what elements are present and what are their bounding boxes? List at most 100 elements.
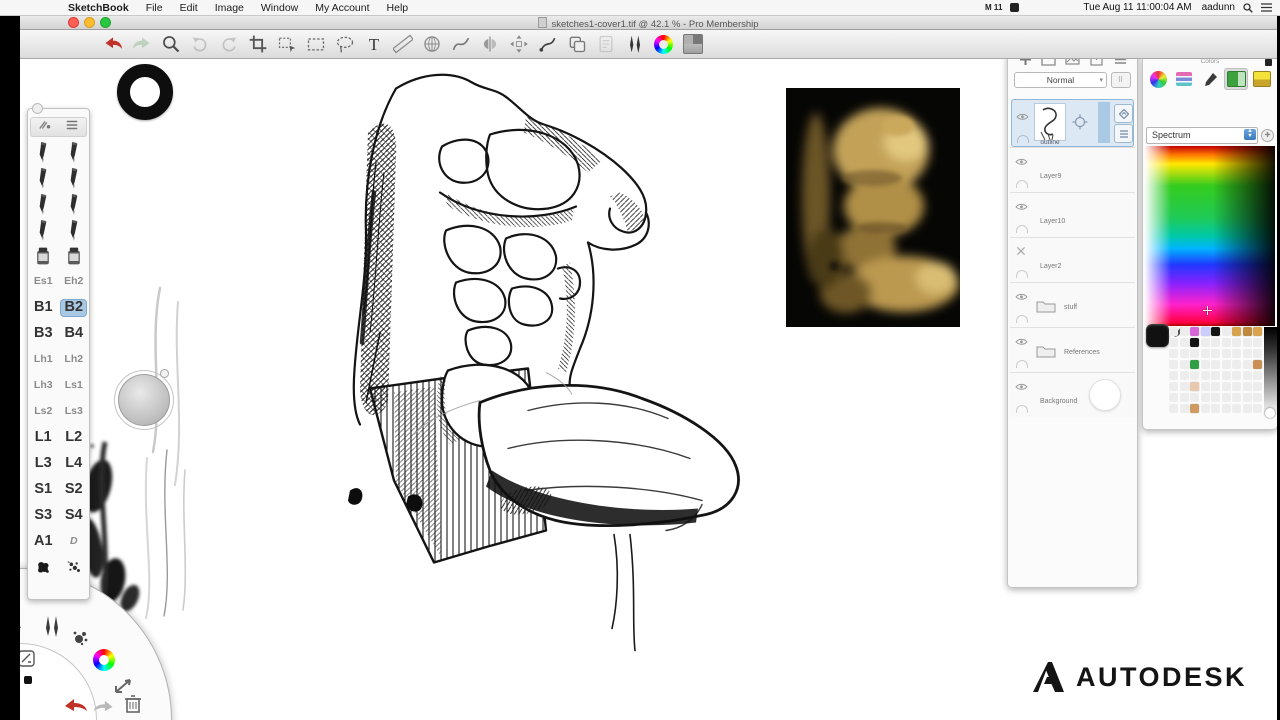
menu-item-file[interactable]: File <box>146 2 163 14</box>
dot-splat-icon[interactable] <box>59 555 90 579</box>
swatch-d966d9[interactable] <box>1190 327 1199 336</box>
collapse-icon[interactable] <box>1265 59 1272 66</box>
swatch-cell[interactable] <box>1232 404 1241 413</box>
pencil-brush[interactable] <box>28 217 59 243</box>
steady-stroke-tool-button[interactable] <box>417 31 446 57</box>
swatch-cell[interactable] <box>1232 338 1241 347</box>
layer-visibility-icon[interactable] <box>1015 378 1028 387</box>
layer-thumbnail[interactable] <box>1034 103 1066 141</box>
swatch-141414[interactable] <box>1211 327 1220 336</box>
swatch-cell[interactable] <box>1180 404 1189 413</box>
window-title-bar[interactable]: sketches1-cover1.tif @ 42.1 % - Pro Memb… <box>20 15 1277 30</box>
copic-icon[interactable] <box>1250 68 1274 90</box>
layer-row-layer9[interactable]: Layer9 <box>1010 147 1135 192</box>
pencil-brush[interactable] <box>59 191 90 217</box>
ruler-tool-button[interactable] <box>388 31 417 57</box>
brush-b4[interactable]: B4 <box>59 321 90 347</box>
swatch-cell[interactable] <box>1190 393 1199 402</box>
pencil-brush[interactable] <box>28 165 59 191</box>
swatch-cell[interactable] <box>1190 371 1199 380</box>
brushes-icon[interactable] <box>42 615 62 637</box>
layer-visibility-icon[interactable] <box>1015 198 1028 207</box>
messages-badge-11[interactable]: M 11 <box>985 2 1002 13</box>
swatch-cell[interactable] <box>1169 393 1178 402</box>
menu-item-window[interactable]: Window <box>261 2 298 14</box>
stroke-tool-button[interactable] <box>533 31 562 57</box>
pencil-brush[interactable] <box>59 217 90 243</box>
swatch-cell[interactable] <box>1169 327 1178 336</box>
background-color-circle[interactable] <box>1089 379 1121 411</box>
swatch-cell[interactable] <box>1180 360 1189 369</box>
search-icon[interactable] <box>1243 2 1253 13</box>
swatch-2f9e44[interactable] <box>1190 360 1199 369</box>
swatch-cell[interactable] <box>1222 393 1231 402</box>
current-color-dot[interactable] <box>24 676 32 684</box>
transform-tool-button[interactable] <box>504 31 533 57</box>
swatch-cell[interactable] <box>1232 393 1241 402</box>
swatch-cell[interactable] <box>1222 371 1231 380</box>
crop-tool-button[interactable] <box>243 31 272 57</box>
transform-icon[interactable] <box>114 676 134 694</box>
zoom-tool-button[interactable] <box>156 31 185 57</box>
spectrum-cursor[interactable] <box>1203 306 1212 315</box>
rotate-ccw-tool-button[interactable] <box>185 31 214 57</box>
grayscale-ramp[interactable] <box>1264 327 1277 419</box>
layer-row-references[interactable]: References <box>1010 327 1135 372</box>
swatch-cell[interactable] <box>1169 360 1178 369</box>
layer-options-button[interactable]: ⠿ <box>1111 72 1131 88</box>
trash-icon[interactable] <box>124 694 142 714</box>
folder-thumbnail[interactable] <box>1036 344 1056 358</box>
brush-lh2[interactable]: Lh2 <box>59 347 90 373</box>
layer-visibility-icon[interactable] <box>1015 288 1028 297</box>
brush-palette-tool-button[interactable] <box>620 31 649 57</box>
brush-eh2[interactable]: Eh2 <box>59 269 90 295</box>
swatch-d8a44e[interactable] <box>1232 327 1241 336</box>
swatch-cell[interactable] <box>1232 382 1241 391</box>
swatch-141414[interactable] <box>1190 338 1199 347</box>
layer-menu-button[interactable] <box>1114 124 1133 143</box>
ramp-marker[interactable] <box>1265 408 1275 418</box>
swatch-e9c9ad[interactable] <box>1190 382 1199 391</box>
layer-editor-tool-button[interactable] <box>591 31 620 57</box>
brush-b1[interactable]: B1 <box>28 295 59 321</box>
menu-item-help[interactable]: Help <box>387 2 409 14</box>
paint-splat-icon[interactable] <box>28 555 59 579</box>
swatch-cell[interactable] <box>1222 338 1231 347</box>
menu-item-my-account[interactable]: My Account <box>315 2 369 14</box>
swatch-cell[interactable] <box>1180 338 1189 347</box>
redo-icon[interactable] <box>92 700 116 712</box>
copic-library-tool-button[interactable] <box>678 31 707 57</box>
swatch-cell[interactable] <box>1211 349 1220 358</box>
dark-app-icon[interactable] <box>1010 2 1019 13</box>
swatch-cf9a62[interactable] <box>1190 404 1199 413</box>
swatch-cell[interactable] <box>1201 382 1210 391</box>
brush-l1[interactable]: L1 <box>28 425 59 451</box>
swatch-cell[interactable] <box>1222 404 1231 413</box>
swatch-cell[interactable] <box>1253 338 1262 347</box>
brush-ls2[interactable]: Ls2 <box>28 399 59 425</box>
color-wheel-tool-button[interactable] <box>649 31 678 57</box>
color-wheel-icon[interactable] <box>1146 68 1170 90</box>
swatch-cell[interactable] <box>1243 404 1252 413</box>
shapes-tool-button[interactable] <box>446 31 475 57</box>
layer-up-button[interactable] <box>1114 104 1133 123</box>
layer-row-background[interactable]: Background <box>1010 372 1135 417</box>
brush-b3[interactable]: B3 <box>28 321 59 347</box>
rgb-sliders-icon[interactable] <box>1172 68 1196 90</box>
swatch-cell[interactable] <box>1243 338 1252 347</box>
panel-gear-icon[interactable] <box>32 103 43 114</box>
swatch-cell[interactable] <box>1180 349 1189 358</box>
swatch-cell[interactable] <box>1253 404 1262 413</box>
rotate-cw-tool-button[interactable] <box>214 31 243 57</box>
swatch-c98f55[interactable] <box>1253 360 1262 369</box>
swatch-c08a3e[interactable] <box>1243 327 1252 336</box>
swatch-cell[interactable] <box>1222 349 1231 358</box>
swatch-cell[interactable] <box>1201 393 1210 402</box>
palette-gear-icon[interactable]: ✚ <box>1261 129 1274 142</box>
list-icon[interactable] <box>1261 2 1272 13</box>
swatch-cell[interactable] <box>1222 360 1231 369</box>
pencil-brush[interactable] <box>28 191 59 217</box>
swatch-cell[interactable] <box>1243 360 1252 369</box>
swatch-cell[interactable] <box>1211 393 1220 402</box>
swatch-cell[interactable] <box>1232 349 1241 358</box>
